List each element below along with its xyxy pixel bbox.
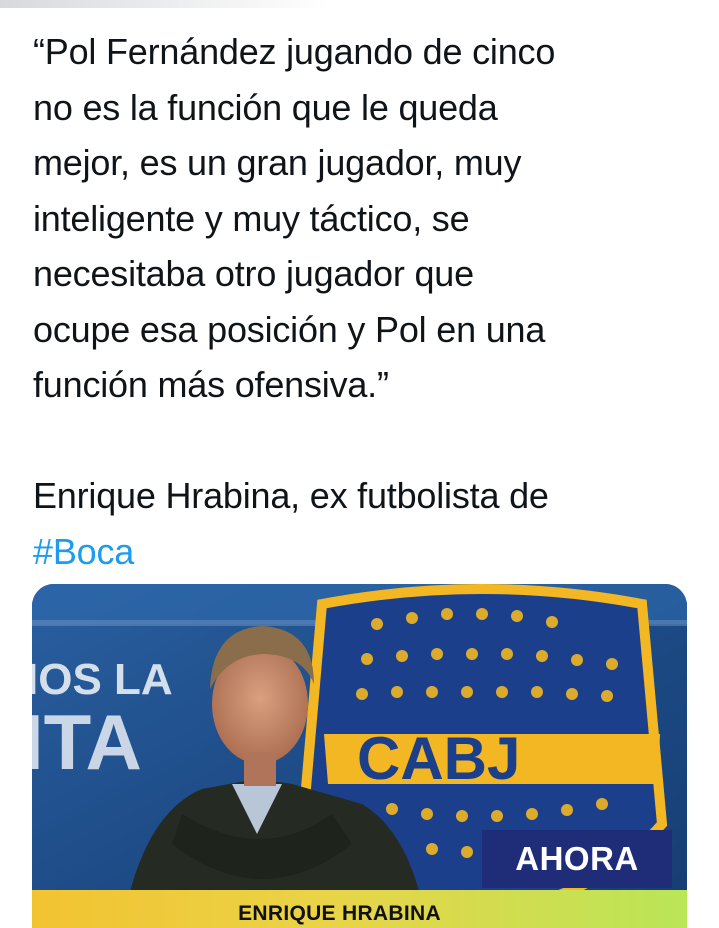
ahora-label: AHORA	[515, 840, 639, 877]
quote-line: “Pol Fernández jugando de cinco	[33, 31, 556, 72]
attribution-line: Enrique Hrabina, ex futbolista de	[33, 475, 549, 516]
quote-line: inteligente y muy táctico, se	[33, 197, 470, 239]
ahora-badge: AHORA	[482, 830, 672, 888]
quote-line: no es la función que le queda	[33, 86, 498, 128]
quote-line: ocupe esa posición y Pol en una	[33, 308, 546, 350]
quote-line: mejor, es un gran jugador, muy	[33, 142, 522, 183]
bus-lettering-top: IOS LA	[32, 655, 173, 704]
tweet-media-image[interactable]: CABJ IOS LA ITA AHORA ENRIQUE HRABINA	[32, 584, 687, 928]
bus-lettering-bottom: ITA	[32, 698, 142, 786]
tweet-text: “Pol Fernández jugando de cinco no es la…	[33, 24, 693, 579]
hashtag-link[interactable]: #Boca	[33, 531, 134, 572]
previous-content-edge	[0, 0, 330, 8]
crest-text: CABJ	[357, 725, 520, 792]
quote-line: necesitaba otro jugador que	[33, 253, 474, 294]
lower-third-bar: ENRIQUE HRABINA	[32, 890, 687, 928]
quote-line: función más ofensiva.”	[33, 364, 389, 405]
lower-third-name: ENRIQUE HRABINA	[238, 902, 441, 925]
